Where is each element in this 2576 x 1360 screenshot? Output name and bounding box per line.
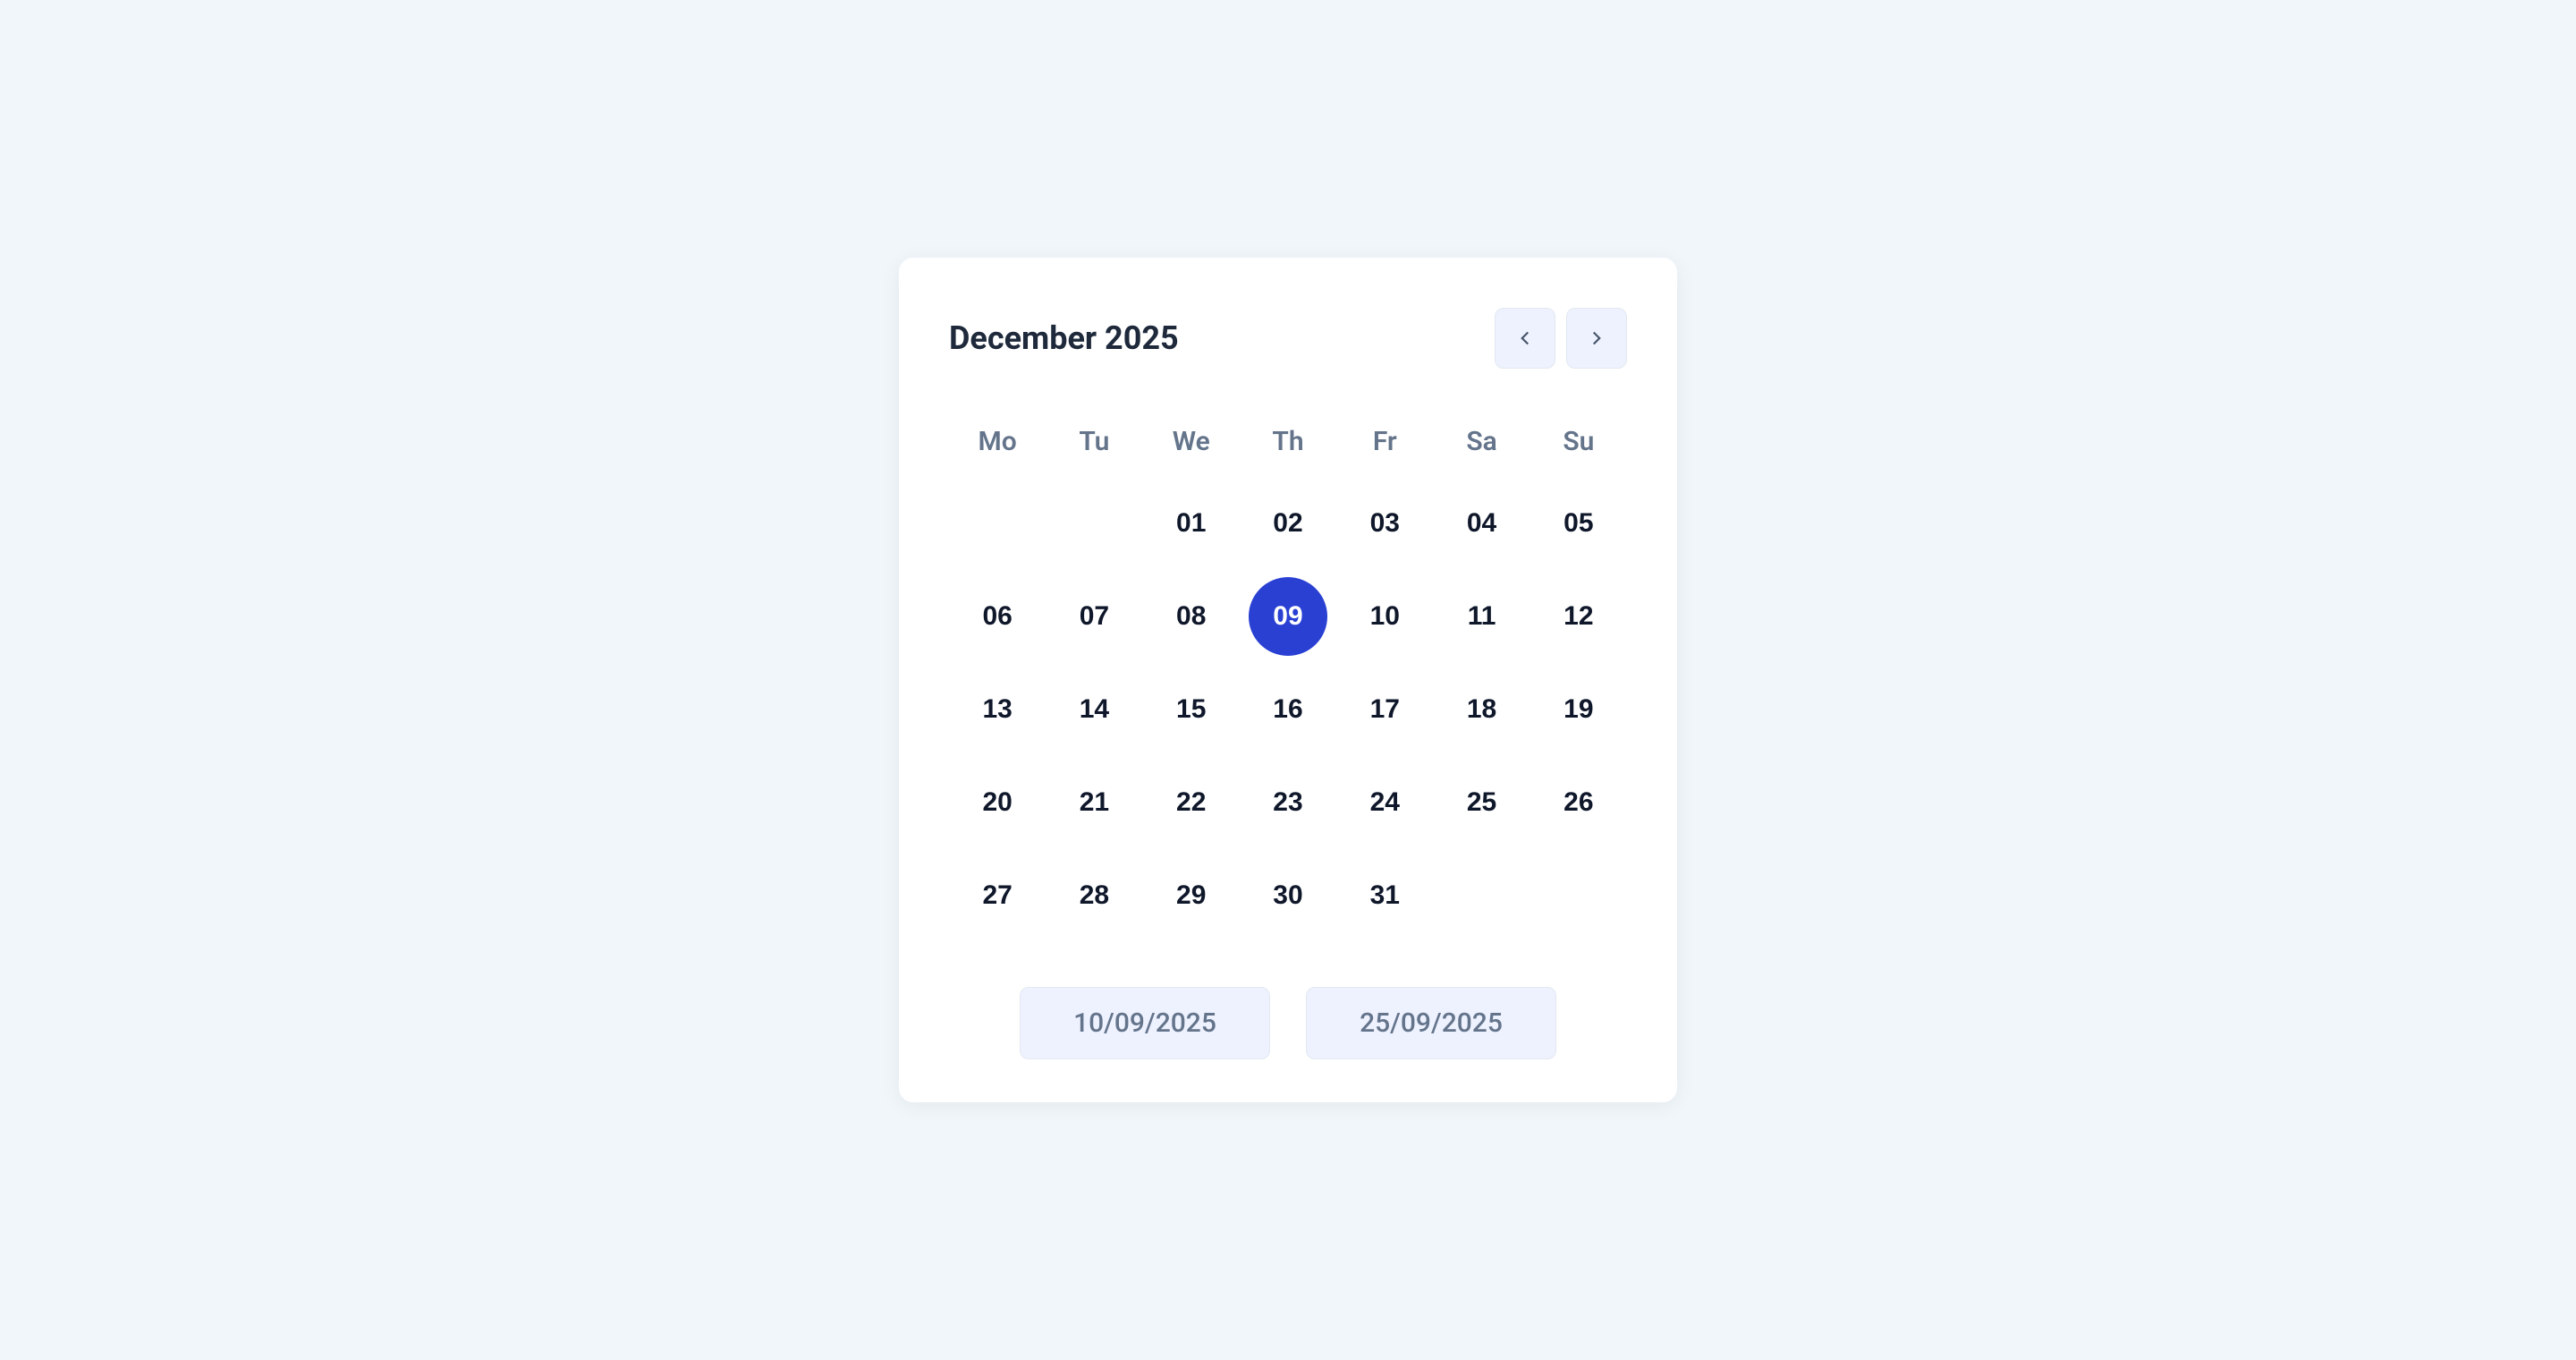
day-cell: 02 [1240,489,1336,557]
day-button-13[interactable]: 13 [974,686,1021,733]
day-cell: 01 [1143,489,1240,557]
day-button-27[interactable]: 27 [974,872,1021,919]
day-button-05[interactable]: 05 [1555,500,1602,547]
day-cell: 15 [1143,676,1240,744]
start-date-input[interactable] [1020,987,1270,1059]
day-button-25[interactable]: 25 [1459,779,1505,826]
day-cell: 19 [1530,676,1627,744]
prev-month-button[interactable] [1495,308,1555,369]
day-button-31[interactable]: 31 [1361,872,1408,919]
day-cell: 23 [1240,769,1336,837]
day-button-20[interactable]: 20 [974,779,1021,826]
weekday-label: Su [1530,426,1627,457]
days-grid: 01 02 03 04 05 06 07 08 09 10 11 12 13 14 15 16 17 18 19 20… [949,489,1627,930]
day-cell: 12 [1530,582,1627,650]
day-cell: 07 [1046,582,1142,650]
day-cell: 22 [1143,769,1240,837]
weekday-label: Mo [949,426,1046,457]
weekday-label: We [1143,426,1240,457]
next-month-button[interactable] [1566,308,1627,369]
day-cell: 26 [1530,769,1627,837]
day-cell: 29 [1143,862,1240,930]
day-cell: 28 [1046,862,1142,930]
day-button-28[interactable]: 28 [1071,872,1117,919]
day-button-14[interactable]: 14 [1071,686,1117,733]
day-button-18[interactable]: 18 [1459,686,1505,733]
day-cell: 25 [1433,769,1530,837]
day-cell: 24 [1336,769,1433,837]
day-cell: 06 [949,582,1046,650]
month-year-label: December 2025 [949,319,1179,357]
day-cell: 08 [1143,582,1240,650]
day-button-12[interactable]: 12 [1555,593,1602,640]
day-button-02[interactable]: 02 [1265,500,1311,547]
day-cell: 30 [1240,862,1336,930]
day-button-09[interactable]: 09 [1249,577,1327,656]
day-button-22[interactable]: 22 [1168,779,1215,826]
calendar-header: December 2025 [949,308,1627,369]
day-button-26[interactable]: 26 [1555,779,1602,826]
day-cell: 16 [1240,676,1336,744]
day-button-21[interactable]: 21 [1071,779,1117,826]
weekday-label: Th [1240,426,1336,457]
day-cell: 20 [949,769,1046,837]
day-cell: 27 [949,862,1046,930]
chevron-left-icon [1513,327,1537,350]
end-date-input[interactable] [1306,987,1556,1059]
day-cell: 11 [1433,582,1530,650]
day-button-29[interactable]: 29 [1168,872,1215,919]
day-cell: 18 [1433,676,1530,744]
nav-buttons [1495,308,1627,369]
day-button-07[interactable]: 07 [1071,593,1117,640]
day-cell: 04 [1433,489,1530,557]
day-cell: 14 [1046,676,1142,744]
day-cell: 21 [1046,769,1142,837]
day-button-24[interactable]: 24 [1361,779,1408,826]
day-button-10[interactable]: 10 [1361,593,1408,640]
day-button-06[interactable]: 06 [974,593,1021,640]
calendar-card: December 2025 MoTuWeThFrSaSu 01020304050… [899,258,1677,1102]
day-button-23[interactable]: 23 [1265,779,1311,826]
day-cell: 31 [1336,862,1433,930]
day-cell: 09 [1240,582,1336,650]
weekday-header-row: MoTuWeThFrSaSu [949,426,1627,457]
day-button-08[interactable]: 08 [1168,593,1215,640]
day-button-19[interactable]: 19 [1555,686,1602,733]
day-button-11[interactable]: 11 [1459,593,1505,640]
date-range-footer [949,973,1627,1059]
day-cell: 17 [1336,676,1433,744]
weekday-label: Fr [1336,426,1433,457]
day-button-03[interactable]: 03 [1361,500,1408,547]
day-cell: 03 [1336,489,1433,557]
weekday-label: Sa [1433,426,1530,457]
chevron-right-icon [1585,327,1608,350]
day-button-04[interactable]: 04 [1459,500,1505,547]
weekday-label: Tu [1046,426,1142,457]
day-button-15[interactable]: 15 [1168,686,1215,733]
day-cell: 13 [949,676,1046,744]
day-button-01[interactable]: 01 [1168,500,1215,547]
day-button-30[interactable]: 30 [1265,872,1311,919]
day-button-16[interactable]: 16 [1265,686,1311,733]
day-cell: 10 [1336,582,1433,650]
day-button-17[interactable]: 17 [1361,686,1408,733]
day-cell: 05 [1530,489,1627,557]
